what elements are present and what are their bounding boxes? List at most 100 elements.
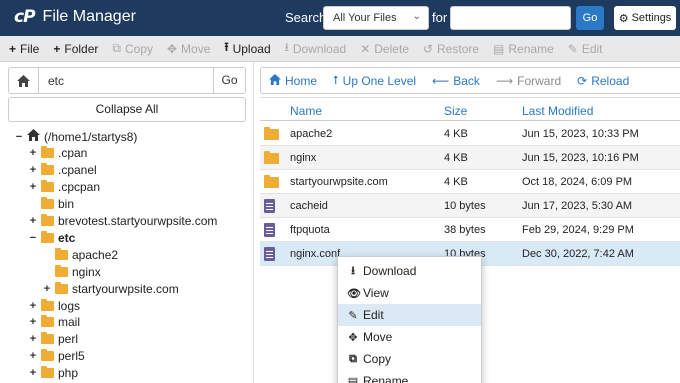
tree-item-label: mail — [58, 315, 81, 330]
tree-item-label: brevotest.startyourwpsite.com — [58, 214, 218, 228]
settings-button[interactable]: ⚙ Settings — [614, 6, 676, 30]
brand: cP File Manager — [14, 7, 136, 27]
tree-item[interactable]: + perl5 — [29, 348, 85, 365]
folder-icon — [264, 127, 279, 140]
edit-label: Edit — [581, 41, 603, 56]
tree-item[interactable]: − (/home1/startys8) — [15, 128, 137, 145]
expand-icon[interactable]: + — [29, 164, 37, 176]
folder-icon — [41, 197, 54, 210]
tree-item[interactable]: bin — [29, 196, 74, 213]
chevron-down-icon: ⌄ — [412, 11, 421, 22]
new-folder-button[interactable]: + Folder — [46, 36, 105, 62]
expand-icon[interactable]: + — [29, 367, 37, 379]
reload-button[interactable]: ⟳ Reload — [569, 74, 637, 88]
cell-modified: Jun 15, 2023, 10:16 PM — [522, 152, 639, 164]
pencil-icon: ✎ — [348, 309, 358, 322]
tree-item[interactable]: + startyourwpsite.com — [43, 280, 179, 297]
move-icon: ✥ — [166, 41, 178, 56]
expand-icon[interactable]: + — [29, 215, 37, 227]
move-button[interactable]: ✥ Move — [160, 36, 217, 62]
tree-item[interactable]: + logs — [29, 297, 80, 314]
delete-button[interactable]: ✕ Delete — [353, 36, 416, 62]
table-row[interactable]: startyourwpsite.com 4 KB Oct 18, 2024, 6:0… — [260, 170, 680, 194]
up-one-level-button[interactable]: ⭡ Up One Level — [325, 73, 424, 88]
folder-icon — [41, 146, 54, 159]
back-button[interactable]: ⟵ Back — [424, 74, 488, 88]
tree-item[interactable]: + .cpcpan — [29, 179, 100, 196]
home-icon[interactable] — [9, 68, 39, 93]
folder-icon — [41, 366, 54, 379]
context-copy[interactable]: ⧉ Copy — [338, 348, 481, 370]
arrow-right-icon: ⟶ — [495, 73, 514, 88]
search-scope-select[interactable]: All Your Files ⌄ — [323, 6, 429, 30]
column-name-header[interactable]: Name — [290, 104, 322, 118]
file-icon: ▤ — [347, 375, 359, 383]
restore-button[interactable]: ↺ Restore — [416, 36, 486, 62]
rename-button[interactable]: ▤ Rename — [486, 36, 561, 62]
expand-icon[interactable]: + — [29, 147, 37, 159]
context-move[interactable]: ✥ Move — [338, 326, 481, 348]
column-size-header[interactable]: Size — [444, 104, 467, 118]
expand-icon[interactable]: + — [29, 333, 37, 345]
column-modified-header[interactable]: Last Modified — [522, 104, 593, 118]
tree-item-label: nginx — [72, 264, 101, 279]
home-icon — [27, 129, 40, 144]
forward-button[interactable]: ⟶ Forward — [488, 74, 569, 88]
collapse-icon[interactable]: − — [29, 232, 37, 244]
tree-item[interactable]: + .cpan — [29, 145, 87, 162]
folder-icon-cell — [264, 127, 279, 143]
context-rename[interactable]: ▤ Rename — [338, 370, 481, 383]
context-edit[interactable]: ✎ Edit — [338, 304, 481, 326]
context-download[interactable]: ⭳ Download — [338, 260, 481, 282]
tree-item[interactable]: + mail — [29, 314, 80, 331]
tree-item-label: apache2 — [72, 247, 119, 262]
edit-button[interactable]: ✎ Edit — [561, 36, 610, 62]
search-input[interactable] — [450, 6, 571, 30]
expand-icon[interactable]: + — [43, 283, 51, 295]
folder-icon — [41, 298, 54, 311]
context-view[interactable]: 👁 View — [338, 282, 481, 304]
rename-label: Rename — [508, 41, 554, 56]
tree-item-label: .cpan — [58, 146, 88, 161]
context-rename-label: Rename — [363, 374, 409, 383]
upload-button[interactable]: ⭱ Upload — [217, 36, 277, 62]
expand-icon[interactable]: + — [29, 350, 37, 362]
cell-modified: Jun 15, 2023, 10:33 PM — [522, 128, 639, 140]
copy-button[interactable]: ⧉ Copy — [105, 36, 160, 62]
home-nav-button[interactable]: Home — [261, 73, 325, 88]
download-button[interactable]: ⭳ Download — [278, 36, 354, 62]
move-label: Move — [181, 41, 211, 56]
panel-divider — [253, 62, 254, 383]
download-label: Download — [292, 41, 347, 56]
folder-icon-cell — [264, 151, 279, 167]
table-row[interactable]: apache2 4 KB Jun 15, 2023, 10:33 PM — [260, 122, 680, 146]
collapse-all-button[interactable]: Collapse All — [8, 97, 246, 122]
expand-icon[interactable]: + — [29, 181, 37, 193]
tree-item[interactable]: + php — [29, 365, 78, 382]
search-go-button[interactable]: Go — [576, 6, 604, 30]
table-row[interactable]: cacheid 10 bytes Jun 17, 2023, 5:30 AM — [260, 194, 680, 218]
cpanel-logo: cP — [14, 7, 36, 27]
path-go-button[interactable]: Go — [213, 68, 245, 93]
tree-item[interactable]: + brevotest.startyourwpsite.com — [29, 213, 217, 230]
tree-item[interactable]: apache2 — [43, 246, 118, 263]
tree-item[interactable]: nginx — [43, 263, 101, 280]
expand-icon[interactable]: + — [29, 300, 37, 312]
tree-item[interactable]: + .cpanel — [29, 162, 97, 179]
file-icon — [264, 247, 275, 261]
path-input[interactable]: etc — [39, 68, 213, 93]
arrow-up-icon: ⭡ — [333, 73, 339, 87]
folder-icon — [41, 163, 54, 176]
tree-item[interactable]: − etc — [29, 229, 75, 246]
reload-label: Reload — [591, 73, 630, 88]
copy-icon: ⧉ — [112, 41, 121, 55]
context-move-label: Move — [363, 330, 393, 344]
expand-icon[interactable]: + — [29, 316, 37, 328]
new-file-button[interactable]: + File — [0, 36, 46, 62]
folder-icon — [55, 281, 68, 294]
collapse-icon[interactable]: − — [15, 131, 23, 143]
table-row[interactable]: nginx 4 KB Jun 15, 2023, 10:16 PM — [260, 146, 680, 170]
table-row[interactable]: ftpquota 38 bytes Feb 29, 2024, 9:29 PM — [260, 218, 680, 242]
plus-icon: + — [53, 41, 61, 56]
tree-item[interactable]: + perl — [29, 331, 78, 348]
